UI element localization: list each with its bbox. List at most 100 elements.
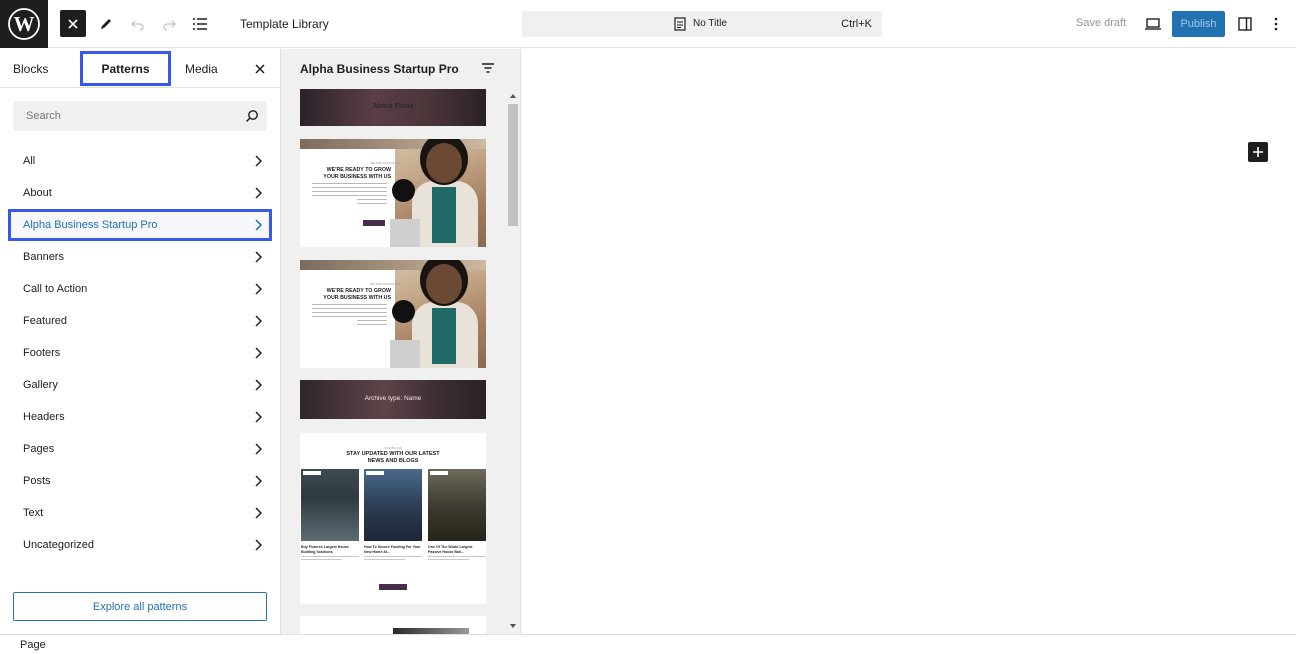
category-banners[interactable]: Banners [8, 241, 272, 273]
preview-badge [392, 179, 415, 202]
preview-kicker: OUR BLOGS [384, 446, 402, 450]
command-palette-bar[interactable]: No Title Ctrl+K [522, 11, 882, 37]
pattern-preview-hero-alt[interactable]: WE ARE PASSIONATE WE'RE READY TO GROW YO… [300, 260, 486, 368]
preview-headline: WE'RE READY TO GROW YOUR BUSINESS WITH U… [323, 167, 391, 180]
preview-badge [392, 300, 415, 323]
category-posts[interactable]: Posts [8, 465, 272, 497]
chevron-right-icon [255, 315, 262, 327]
publish-button[interactable]: Publish [1172, 11, 1225, 37]
preview-post-title: Buy Fixtures Largest House Building Solu… [301, 545, 349, 554]
redo-button[interactable] [155, 10, 183, 38]
preview-paragraph-lines [312, 304, 387, 328]
save-draft-button[interactable]: Save draft [1076, 17, 1126, 29]
close-icon [255, 64, 265, 74]
filter-icon [482, 63, 494, 73]
filter-button[interactable] [481, 61, 495, 79]
preview-post-title: How To Secure Funding For Your New Home … [364, 545, 421, 554]
category-footers[interactable]: Footers [8, 337, 272, 369]
category-about[interactable]: About [8, 177, 272, 209]
pattern-preview-blog[interactable]: OUR BLOGS STAY UPDATED WITH OUR LATEST N… [300, 433, 486, 604]
category-gallery[interactable]: Gallery [8, 369, 272, 401]
options-button[interactable] [1262, 10, 1290, 38]
preview-post: How To Secure Funding For Your New Home … [364, 469, 422, 560]
pattern-preview-header[interactable]: About Fiona [300, 89, 486, 126]
undo-icon [131, 20, 144, 31]
category-label: Alpha Business Startup Pro [23, 219, 158, 231]
preview-post: Buy Fixtures Largest House Building Solu… [301, 469, 359, 560]
block-inserter-panel: Blocks Patterns Media All About Alpha Bu… [0, 49, 281, 634]
tab-blocks[interactable]: Blocks [13, 49, 48, 88]
preview-button[interactable] [1139, 10, 1167, 38]
category-label: Call to Action [23, 283, 88, 295]
search-field [13, 101, 267, 131]
more-vertical-icon [1274, 17, 1278, 31]
tools-button[interactable] [92, 10, 120, 38]
document-icon [674, 17, 686, 31]
inserter-tabs: Blocks Patterns Media [0, 49, 280, 88]
category-pages[interactable]: Pages [8, 433, 272, 465]
category-label: All [23, 155, 36, 167]
preview-post: One Of The World Largest Passive House B… [428, 469, 486, 560]
chevron-right-icon [255, 539, 262, 551]
close-inserter-button[interactable] [60, 10, 86, 37]
search-icon [245, 110, 258, 123]
pattern-category-list: All About Alpha Business Startup Pro Ban… [8, 145, 272, 561]
close-panel-button[interactable] [254, 62, 268, 76]
list-view-icon [193, 18, 207, 30]
search-input[interactable] [13, 101, 233, 131]
scroll-thumb[interactable] [508, 104, 518, 226]
preview-label: Archive type: Name [364, 395, 422, 402]
tab-patterns[interactable]: Patterns [80, 51, 171, 86]
explore-all-patterns-button[interactable]: Explore all patterns [13, 592, 267, 621]
preview-laptop [390, 219, 420, 247]
pattern-preview-hero[interactable]: WE ARE PASSIONATE WE'RE READY TO GROW YO… [300, 139, 486, 247]
scroll-up-arrow[interactable] [510, 94, 516, 98]
category-call-to-action[interactable]: Call to Action [8, 273, 272, 305]
pattern-category-preview-panel: Alpha Business Startup Pro About Fiona W… [281, 49, 521, 634]
chevron-right-icon [255, 475, 262, 487]
pattern-panel-scrollbar[interactable] [507, 90, 519, 634]
breadcrumb-page[interactable]: Page [20, 639, 46, 651]
pattern-preview-archive[interactable]: Archive type: Name [300, 380, 486, 419]
category-text[interactable]: Text [8, 497, 272, 529]
chevron-right-icon [255, 443, 262, 455]
redo-icon [163, 20, 176, 31]
pattern-preview-partial[interactable] [300, 616, 486, 634]
scroll-down-arrow[interactable] [510, 624, 516, 628]
wordpress-logo-icon[interactable]: W [0, 0, 48, 48]
preview-post-image [364, 469, 422, 541]
settings-sidebar-button[interactable] [1231, 10, 1259, 38]
category-alpha-business-startup-pro[interactable]: Alpha Business Startup Pro [8, 209, 272, 241]
add-block-button[interactable] [1248, 142, 1268, 162]
preview-post-title: One Of The World Largest Passive House B… [428, 545, 473, 554]
category-headers[interactable]: Headers [8, 401, 272, 433]
pencil-icon [101, 19, 111, 29]
category-label: Posts [23, 475, 51, 487]
editor-canvas[interactable] [521, 49, 1296, 634]
category-label: Pages [23, 443, 55, 455]
block-breadcrumb-bar: Page [0, 634, 1296, 654]
preview-button [363, 220, 385, 226]
chevron-right-icon [255, 219, 262, 231]
category-label: Gallery [23, 379, 58, 391]
preview-kicker: WE ARE PASSIONATE [370, 282, 402, 286]
svg-text:W: W [14, 12, 35, 36]
template-title: Template Library [240, 17, 329, 31]
category-label: Uncategorized [23, 539, 94, 551]
category-featured[interactable]: Featured [8, 305, 272, 337]
category-all[interactable]: All [8, 145, 272, 177]
preview-post-image [428, 469, 486, 541]
preview-kicker: WE ARE PASSIONATE [370, 161, 402, 165]
category-label: About [23, 187, 52, 199]
desktop-icon [1145, 18, 1161, 30]
category-uncategorized[interactable]: Uncategorized [8, 529, 272, 561]
category-label: Headers [23, 411, 65, 423]
keyboard-shortcut: Ctrl+K [841, 18, 872, 30]
chevron-right-icon [255, 347, 262, 359]
document-overview-button[interactable] [186, 10, 214, 38]
tab-media[interactable]: Media [185, 49, 218, 88]
category-label: Banners [23, 251, 64, 263]
preview-paragraph-lines [312, 183, 387, 207]
preview-headline: WE'RE READY TO GROW YOUR BUSINESS WITH U… [323, 288, 391, 301]
undo-button[interactable] [124, 10, 152, 38]
